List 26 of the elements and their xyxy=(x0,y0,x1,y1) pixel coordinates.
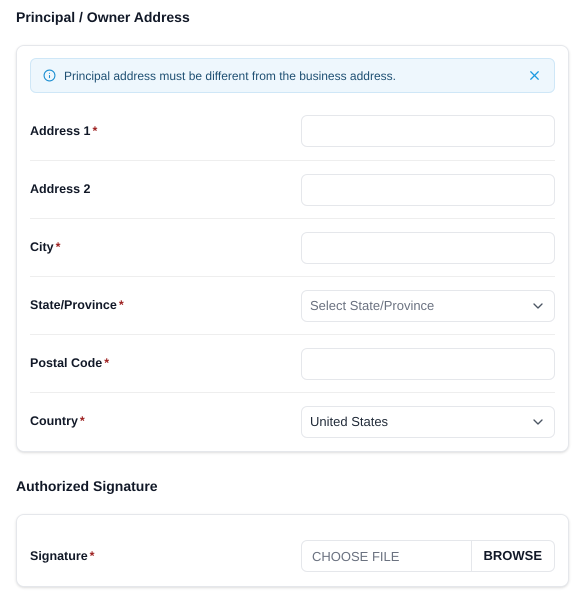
field-label: Signature * xyxy=(30,548,95,565)
alert-text: Principal address must be different from the business address. xyxy=(64,68,397,84)
field-label: State/Province * xyxy=(30,297,124,314)
text-field[interactable] xyxy=(301,348,555,380)
file-field[interactable]: CHOOSE FILE xyxy=(301,540,472,572)
section-title: Authorized Signature xyxy=(16,478,159,494)
text-field[interactable] xyxy=(301,115,555,147)
required-mark: * xyxy=(90,548,95,563)
select-field[interactable]: United States xyxy=(301,406,555,438)
field-label: City * xyxy=(30,239,60,256)
info-icon xyxy=(43,69,56,82)
browse-button[interactable]: BROWSE xyxy=(472,540,555,572)
close-button[interactable] xyxy=(527,68,542,83)
section-title: Principal / Owner Address xyxy=(16,9,191,25)
field-label: Postal Code * xyxy=(30,355,110,372)
select-field[interactable]: Select State/Province xyxy=(301,290,555,322)
text-field[interactable] xyxy=(301,232,555,264)
text-field[interactable] xyxy=(301,174,555,206)
required-mark: * xyxy=(104,356,110,370)
field-label: Address 2 xyxy=(30,181,90,198)
required-mark: * xyxy=(80,414,85,428)
required-mark: * xyxy=(56,240,60,254)
required-mark: * xyxy=(92,124,98,138)
field-label: Address 1 * xyxy=(30,122,98,140)
required-mark: * xyxy=(118,298,124,312)
field-label: Country * xyxy=(30,413,85,430)
